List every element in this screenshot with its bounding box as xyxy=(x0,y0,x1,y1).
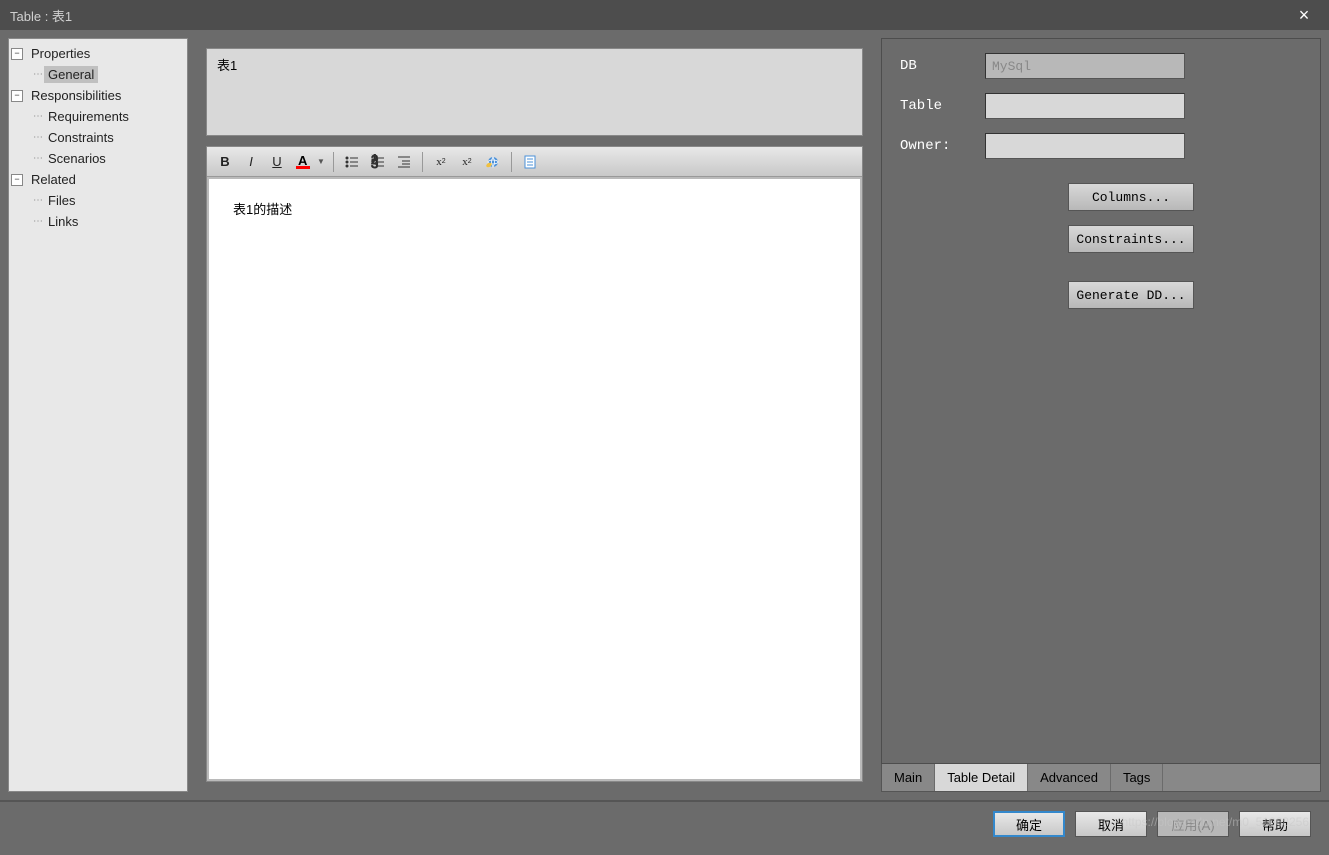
tree-branch-icon: ⋯ xyxy=(33,216,42,227)
separator xyxy=(511,152,512,172)
tree-node-related[interactable]: − Related xyxy=(11,169,185,190)
tree-branch-icon: ⋯ xyxy=(33,69,42,80)
description-text: 表1的描述 xyxy=(233,202,292,217)
columns-button[interactable]: Columns... xyxy=(1068,183,1194,211)
window-title: Table : 表1 xyxy=(10,6,1289,25)
separator xyxy=(422,152,423,172)
table-field[interactable] xyxy=(985,93,1185,119)
subscript-button[interactable]: x2 xyxy=(455,150,479,174)
new-document-button[interactable] xyxy=(518,150,542,174)
description-textarea[interactable]: 表1的描述 xyxy=(209,179,860,779)
title-bar: Table : 表1 × xyxy=(0,0,1329,30)
name-input-box[interactable]: 表1 xyxy=(206,48,863,136)
bold-button[interactable]: B xyxy=(213,150,237,174)
bullet-list-button[interactable] xyxy=(340,150,364,174)
tree-node-files[interactable]: ⋯ Files xyxy=(11,190,185,211)
tab-main[interactable]: Main xyxy=(882,764,935,791)
tree-label: Related xyxy=(27,171,80,188)
name-value: 表1 xyxy=(217,55,237,74)
tree-label: Links xyxy=(44,213,82,230)
tree-branch-icon: ⋯ xyxy=(33,132,42,143)
tree-branch-icon: ⋯ xyxy=(33,111,42,122)
center-panel: 表1 B I U A ▼ 123 xyxy=(196,38,873,792)
superscript-button[interactable]: x2 xyxy=(429,150,453,174)
numbered-list-button[interactable]: 123 xyxy=(366,150,390,174)
generate-ddl-button[interactable]: Generate DD... xyxy=(1068,281,1194,309)
italic-button[interactable]: I xyxy=(239,150,263,174)
constraints-button[interactable]: Constraints... xyxy=(1068,225,1194,253)
tree-label: General xyxy=(44,66,98,83)
tree-node-requirements[interactable]: ⋯ Requirements xyxy=(11,106,185,127)
tree-branch-icon: ⋯ xyxy=(33,153,42,164)
tree-label: Requirements xyxy=(44,108,133,125)
ok-button[interactable]: 确定 xyxy=(993,811,1065,837)
main-area: − Properties ⋯ General − Responsibilitie… xyxy=(0,30,1329,800)
tree-label: Files xyxy=(44,192,79,209)
owner-label: Owner: xyxy=(900,138,985,154)
font-color-button[interactable]: A xyxy=(291,150,315,174)
hyperlink-button[interactable] xyxy=(481,150,505,174)
table-detail-pane: DB Table Owner: Columns... Constraints..… xyxy=(881,38,1321,764)
tree-node-responsibilities[interactable]: − Responsibilities xyxy=(11,85,185,106)
help-button[interactable]: 帮助 xyxy=(1239,811,1311,837)
cancel-button[interactable]: 取消 xyxy=(1075,811,1147,837)
right-panel: DB Table Owner: Columns... Constraints..… xyxy=(881,38,1321,792)
db-label: DB xyxy=(900,58,985,74)
nav-tree: − Properties ⋯ General − Responsibilitie… xyxy=(8,38,188,792)
db-field[interactable] xyxy=(985,53,1185,79)
svg-text:3: 3 xyxy=(371,156,378,170)
collapse-icon[interactable]: − xyxy=(11,90,23,102)
tree-node-constraints-nav[interactable]: ⋯ Constraints xyxy=(11,127,185,148)
detail-tabs: Main Table Detail Advanced Tags xyxy=(881,764,1321,792)
outdent-button[interactable] xyxy=(392,150,416,174)
collapse-icon[interactable]: − xyxy=(11,174,23,186)
table-label: Table xyxy=(900,98,985,114)
tree-node-properties[interactable]: − Properties xyxy=(11,43,185,64)
underline-button[interactable]: U xyxy=(265,150,289,174)
tab-tags[interactable]: Tags xyxy=(1111,764,1163,791)
separator xyxy=(333,152,334,172)
tree-label: Properties xyxy=(27,45,94,62)
rtf-toolbar: B I U A ▼ 123 x2 x2 xyxy=(207,147,862,177)
tree-node-scenarios[interactable]: ⋯ Scenarios xyxy=(11,148,185,169)
tree-node-links[interactable]: ⋯ Links xyxy=(11,211,185,232)
tab-table-detail[interactable]: Table Detail xyxy=(935,764,1028,791)
tree-label: Responsibilities xyxy=(27,87,125,104)
apply-button[interactable]: 应用(A) xyxy=(1157,811,1229,837)
tree-node-general[interactable]: ⋯ General xyxy=(11,64,185,85)
svg-text:A: A xyxy=(298,154,308,168)
owner-field[interactable] xyxy=(985,133,1185,159)
tab-advanced[interactable]: Advanced xyxy=(1028,764,1111,791)
tree-label: Scenarios xyxy=(44,150,110,167)
collapse-icon[interactable]: − xyxy=(11,48,23,60)
description-editor: B I U A ▼ 123 x2 x2 xyxy=(206,146,863,782)
tree-branch-icon: ⋯ xyxy=(33,195,42,206)
tree-label: Constraints xyxy=(44,129,118,146)
chevron-down-icon[interactable]: ▼ xyxy=(317,157,327,166)
dialog-footer: 确定 取消 应用(A) 帮助 xyxy=(0,800,1329,846)
close-icon[interactable]: × xyxy=(1289,0,1319,30)
